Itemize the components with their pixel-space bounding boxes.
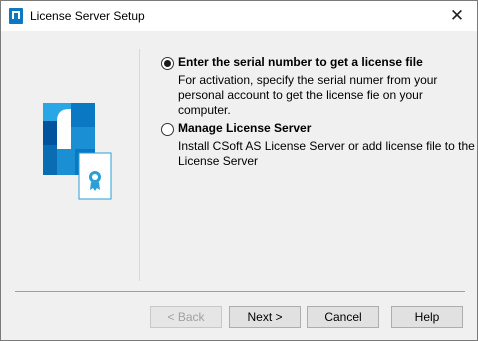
license-app-icon bbox=[9, 8, 23, 24]
certificate-icon bbox=[78, 152, 112, 200]
option-manage-server-label[interactable]: Manage License Server bbox=[178, 121, 311, 135]
close-icon: ✕ bbox=[449, 6, 465, 25]
window-title: License Server Setup bbox=[30, 9, 145, 23]
cancel-button[interactable]: Cancel bbox=[307, 306, 379, 328]
radio-manage-server[interactable] bbox=[161, 123, 174, 136]
vertical-divider bbox=[139, 49, 140, 281]
csoft-logo-icon bbox=[35, 101, 115, 231]
option-serial-number-label[interactable]: Enter the serial number to get a license… bbox=[178, 55, 423, 69]
close-button[interactable]: ✕ bbox=[437, 1, 477, 31]
radio-serial-number[interactable] bbox=[161, 57, 174, 70]
license-server-setup-window: License Server Setup ✕ Enter the serial … bbox=[0, 0, 478, 341]
title-bar[interactable]: License Server Setup ✕ bbox=[1, 1, 477, 31]
horizontal-divider bbox=[15, 291, 465, 292]
option-serial-number-description: For activation, specify the serial numer… bbox=[178, 73, 438, 117]
help-button[interactable]: Help bbox=[391, 306, 463, 328]
next-button[interactable]: Next > bbox=[229, 306, 301, 328]
back-button[interactable]: < Back bbox=[150, 306, 222, 328]
option-manage-server-description: Install CSoft AS License Server or add l… bbox=[178, 139, 475, 168]
dialog-content: Enter the serial number to get a license… bbox=[1, 31, 477, 340]
